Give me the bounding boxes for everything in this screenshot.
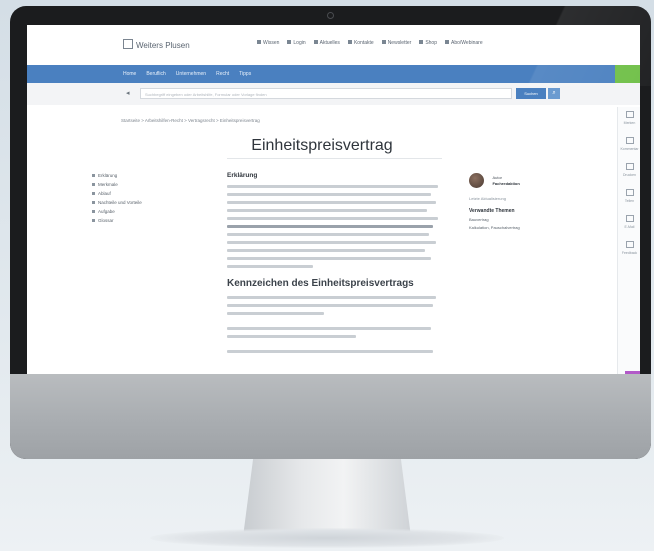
author-name: Fachredaktion [492,180,520,186]
related-topic-link[interactable]: Kalkulation, Pauschalvertrag [469,225,559,230]
rail-comment[interactable]: Kommentar [618,133,640,159]
main-navigation: Home Beruflich Unternehmen Recht Tipps [123,71,251,77]
topnav-item[interactable]: Abo/Webinare [445,40,483,46]
search-icon[interactable]: ⌕ [548,88,560,99]
logo-text: Weiters Plusen [136,41,190,50]
page-title: Einheitspreisvertrag [251,137,393,154]
monitor-frame: Weiters Plusen Wissen Login Aktuelles Ko… [10,6,651,459]
print-icon [625,163,634,170]
toc-item[interactable]: Nachteile und Vorteile [92,200,142,205]
monitor-stand [243,459,411,537]
nav-item-unternehmen[interactable]: Unternehmen [176,71,206,77]
author-box: Autor Fachredaktion Letzte Aktualisierung… [469,172,559,230]
monitor-base [150,528,504,548]
nav-item-beruflich[interactable]: Beruflich [146,71,165,77]
article-body: Erklärung Kennzeichen des Einheitspreisv… [227,172,442,358]
site-logo[interactable]: Weiters Plusen [123,39,190,50]
feedback-icon [625,241,634,248]
rail-feedback[interactable]: Feedback [618,237,640,263]
topnav-item[interactable]: Wissen [257,40,279,46]
topnav-item[interactable]: Kontakte [347,40,374,46]
avatar [469,173,484,189]
rail-email[interactable]: E-Mail [618,211,640,237]
topnav-item[interactable]: Login [287,40,306,46]
right-action-rail: Merken Kommentar Drucken Teilen E-Mail F… [617,107,640,374]
author-meta: Letzte Aktualisierung [469,196,506,201]
bookmark-icon [625,111,634,118]
breadcrumb[interactable]: Startseite > Arbeitshilfen-Recht > Vertr… [121,118,260,123]
nav-item-tipps[interactable]: Tipps [239,71,251,77]
monitor-chin [10,374,651,459]
rail-print[interactable]: Drucken [618,159,640,185]
toc-item[interactable]: Glossar [92,218,142,223]
camera-icon [327,12,334,19]
top-navigation: Wissen Login Aktuelles Kontakte Newslett… [257,40,483,46]
toc-item[interactable]: Aufgabe [92,209,142,214]
section-heading-kennzeichen: Kennzeichen des Einheitspreisvertrags [227,278,414,289]
related-topic-link[interactable]: Bauvertrag [469,217,559,222]
mail-icon [625,215,634,222]
search-input[interactable]: Suchbegriff eingeben oder Arbeitshilfe, … [140,88,512,99]
topnav-item[interactable]: Shop [419,40,437,46]
share-icon [625,189,634,196]
nav-item-home[interactable]: Home [123,71,136,77]
toc-item[interactable]: Merkmale [92,182,142,187]
title-divider [227,158,442,159]
toc-item[interactable]: Ablauf [92,191,142,196]
logo-icon [123,39,133,49]
table-of-contents: Erklärung Merkmale Ablauf Nachteile und … [92,173,142,227]
section-heading-intro: Erklärung [227,172,258,179]
author-label: Autor [492,174,503,180]
screen-glare [481,6,651,86]
rail-bookmark[interactable]: Merken [618,107,640,133]
topnav-item[interactable]: Newsletter [381,40,411,46]
nav-item-recht[interactable]: Recht [216,71,229,77]
related-topics-title: Verwandte Themen [469,208,515,214]
back-arrow-icon[interactable]: ◂ [126,89,130,97]
topnav-item[interactable]: Aktuelles [313,40,340,46]
comment-icon [625,137,634,144]
rail-share[interactable]: Teilen [618,185,640,211]
search-button[interactable]: Suchen [516,88,546,99]
toc-item[interactable]: Erklärung [92,173,142,178]
